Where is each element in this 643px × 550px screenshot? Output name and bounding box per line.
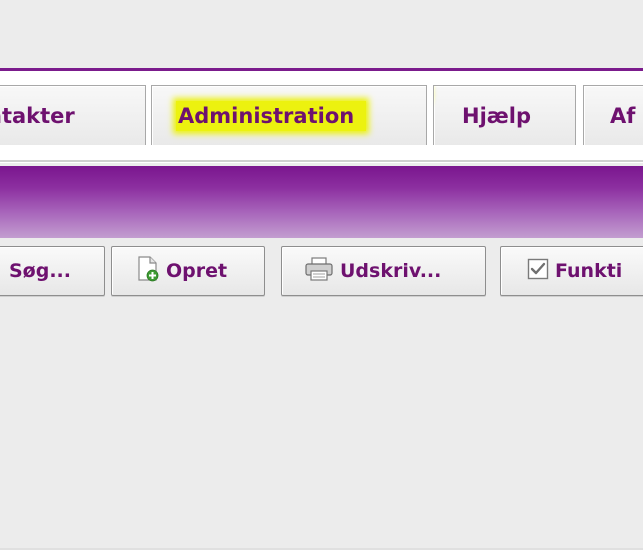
new-document-icon — [136, 255, 160, 287]
tab-administration-label: Administration — [176, 100, 367, 131]
tab-af-label: Af — [610, 103, 636, 128]
top-area — [0, 0, 643, 68]
tab-kontakter[interactable]: ntakter — [0, 85, 146, 145]
create-button[interactable]: Opret — [111, 246, 265, 296]
tab-help[interactable]: Hjælp — [433, 85, 576, 145]
header-band — [0, 166, 643, 238]
search-button[interactable]: Søg... — [0, 246, 105, 296]
print-button[interactable]: Udskriv... — [281, 246, 486, 296]
search-button-label: Søg... — [9, 260, 71, 282]
action-toolbar: Søg... Opret Udskriv... Funkti — [0, 238, 643, 550]
printer-icon — [304, 256, 334, 286]
create-button-label: Opret — [166, 260, 228, 282]
tab-af[interactable]: Af — [583, 85, 643, 145]
functions-button[interactable]: Funkti — [500, 246, 643, 296]
tab-administration[interactable]: Administration — [151, 85, 427, 145]
main-tab-bar: ntakter Administration Hjælp Af — [0, 68, 643, 163]
checkbox-icon — [527, 258, 549, 285]
print-button-label: Udskriv... — [340, 260, 442, 282]
tab-help-label: Hjælp — [462, 103, 532, 128]
functions-button-label: Funkti — [555, 260, 623, 282]
tab-kontakter-label: ntakter — [0, 103, 75, 128]
tab-bar-divider — [0, 160, 643, 162]
